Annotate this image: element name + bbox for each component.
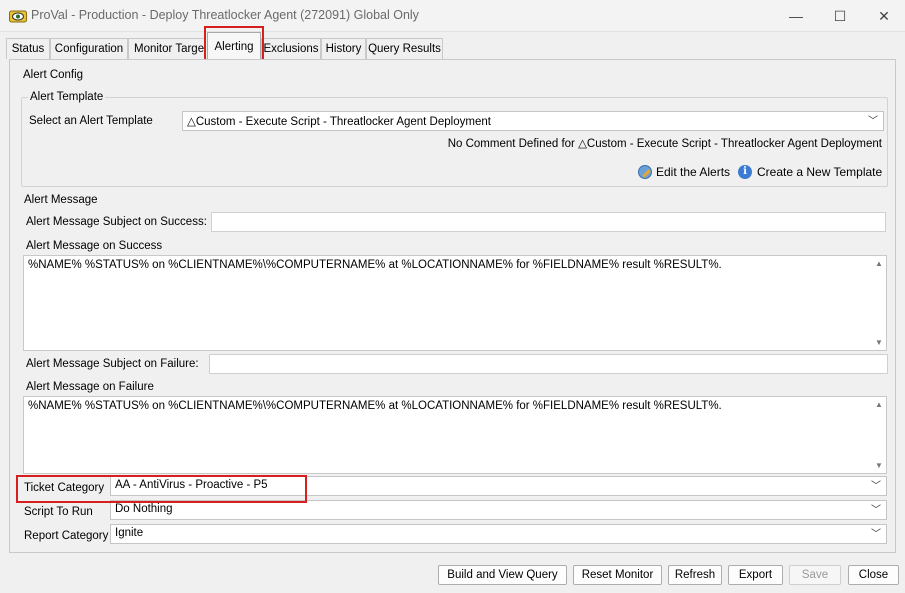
message-failure-label: Alert Message on Failure [26, 381, 154, 393]
scroll-down-icon[interactable]: ▼ [875, 338, 883, 347]
alert-config-title: Alert Config [21, 69, 86, 81]
minimize-button[interactable]: — [773, 0, 819, 32]
alerting-panel: Alert Config Alert Template Select an Al… [9, 59, 896, 553]
tab-history[interactable]: History [321, 38, 366, 59]
chevron-down-icon: ﹀ [871, 505, 881, 516]
title-bar: ProVal - Production - Deploy Threatlocke… [0, 0, 905, 32]
alert-message-title: Alert Message [24, 194, 98, 206]
create-template-button[interactable]: i Create a New Template [738, 165, 882, 179]
reset-monitor-button[interactable]: Reset Monitor [573, 565, 662, 585]
message-failure-scrollbar[interactable]: ▲ ▼ [872, 397, 886, 473]
ticket-category-label: Ticket Category [24, 482, 105, 494]
chevron-down-icon: ﹀ [871, 481, 881, 492]
scroll-up-icon[interactable]: ▲ [875, 259, 883, 268]
tab-query-results[interactable]: Query Results [366, 38, 443, 59]
template-comment: No Comment Defined for △Custom - Execute… [447, 138, 882, 150]
script-to-run-select[interactable]: Do Nothing ﹀ [110, 500, 887, 520]
chevron-down-icon: ﹀ [868, 116, 878, 127]
ticket-category-select[interactable]: AA - AntiVirus - Proactive - P5 ﹀ [110, 476, 887, 496]
message-success-text: %NAME% %STATUS% on %CLIENTNAME%\%COMPUTE… [28, 259, 722, 271]
alert-template-select[interactable]: △Custom - Execute Script - Threatlocker … [182, 111, 884, 131]
alert-template-value: △Custom - Execute Script - Threatlocker … [187, 116, 491, 128]
chevron-down-icon: ﹀ [871, 529, 881, 540]
app-eye-icon [9, 10, 27, 23]
scroll-down-icon[interactable]: ▼ [875, 461, 883, 470]
message-failure-text: %NAME% %STATUS% on %CLIENTNAME%\%COMPUTE… [28, 400, 722, 412]
script-to-run-label: Script To Run [24, 506, 93, 518]
report-category-label: Report Category [24, 530, 109, 542]
close-button[interactable]: Close [848, 565, 899, 585]
tab-exclusions[interactable]: Exclusions [261, 38, 321, 59]
refresh-button[interactable]: Refresh [668, 565, 722, 585]
info-icon: i [738, 165, 752, 179]
tab-monitor-target[interactable]: Monitor Target [128, 38, 206, 59]
tab-configuration[interactable]: Configuration [50, 38, 128, 59]
message-failure-textarea[interactable]: %NAME% %STATUS% on %CLIENTNAME%\%COMPUTE… [23, 396, 887, 474]
subject-success-label: Alert Message Subject on Success: [26, 216, 207, 228]
ticket-category-value: AA - AntiVirus - Proactive - P5 [115, 479, 268, 491]
edit-alerts-label: Edit the Alerts [656, 165, 731, 179]
tab-status[interactable]: Status [6, 38, 50, 59]
report-category-select[interactable]: Ignite ﹀ [110, 524, 887, 544]
export-button[interactable]: Export [728, 565, 783, 585]
subject-failure-label: Alert Message Subject on Failure: [26, 358, 199, 370]
message-success-label: Alert Message on Success [26, 240, 163, 252]
script-to-run-value: Do Nothing [115, 503, 173, 515]
build-view-query-button[interactable]: Build and View Query [438, 565, 567, 585]
alert-template-title: Alert Template [28, 91, 106, 103]
tab-bar: Status Configuration Monitor Target Aler… [6, 32, 896, 60]
window-title: ProVal - Production - Deploy Threatlocke… [31, 8, 419, 22]
select-template-label: Select an Alert Template [29, 115, 153, 127]
message-success-scrollbar[interactable]: ▲ ▼ [872, 256, 886, 350]
save-button[interactable]: Save [789, 565, 841, 585]
alert-template-group: Alert Template Select an Alert Template … [21, 91, 888, 187]
close-window-button[interactable]: ✕ [861, 0, 905, 32]
message-success-textarea[interactable]: %NAME% %STATUS% on %CLIENTNAME%\%COMPUTE… [23, 255, 887, 351]
edit-alerts-button[interactable]: Edit the Alerts [638, 165, 730, 179]
subject-success-input[interactable] [211, 212, 886, 232]
tab-alerting[interactable]: Alerting [207, 32, 261, 60]
edit-icon [638, 165, 652, 179]
scroll-up-icon[interactable]: ▲ [875, 400, 883, 409]
create-template-label: Create a New Template [757, 165, 883, 179]
maximize-button[interactable]: ☐ [817, 0, 863, 32]
report-category-value: Ignite [115, 527, 144, 539]
subject-failure-input[interactable] [209, 354, 888, 374]
